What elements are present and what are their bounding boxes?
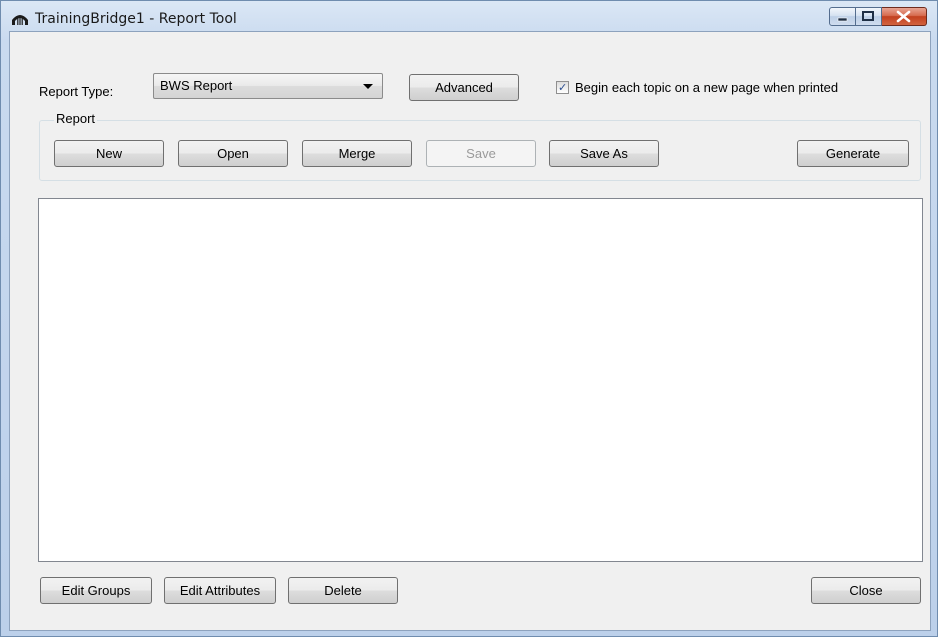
merge-button[interactable]: Merge [302, 140, 412, 167]
minimize-icon [837, 17, 848, 22]
close-window-button[interactable] [882, 7, 927, 26]
checkmark-icon: ✓ [558, 82, 568, 94]
report-topics-list[interactable] [38, 198, 923, 562]
window-title: TrainingBridge1 - Report Tool [35, 11, 237, 27]
caption-buttons [829, 7, 927, 27]
edit-groups-button[interactable]: Edit Groups [40, 577, 152, 604]
report-group-title: Report [54, 111, 98, 126]
report-type-value: BWS Report [160, 78, 233, 93]
maximize-button[interactable] [856, 7, 882, 26]
advanced-button[interactable]: Advanced [409, 74, 519, 101]
save-button[interactable]: Save [426, 140, 536, 167]
maximize-icon [862, 11, 874, 21]
new-page-checkbox-label: Begin each topic on a new page when prin… [575, 80, 839, 95]
report-type-dropdown[interactable]: BWS Report [153, 73, 383, 99]
chevron-down-icon [363, 84, 373, 89]
minimize-button[interactable] [829, 7, 856, 26]
generate-button[interactable]: Generate [797, 140, 909, 167]
save-as-button[interactable]: Save As [549, 140, 659, 167]
report-type-label: Report Type: [39, 84, 114, 99]
new-page-checkbox[interactable]: ✓ [556, 81, 569, 94]
bridge-arch-icon [12, 15, 28, 25]
edit-attributes-button[interactable]: Edit Attributes [164, 577, 276, 604]
delete-button[interactable]: Delete [288, 577, 398, 604]
close-button[interactable]: Close [811, 577, 921, 604]
new-button[interactable]: New [54, 140, 164, 167]
close-icon [896, 10, 911, 23]
open-button[interactable]: Open [178, 140, 288, 167]
